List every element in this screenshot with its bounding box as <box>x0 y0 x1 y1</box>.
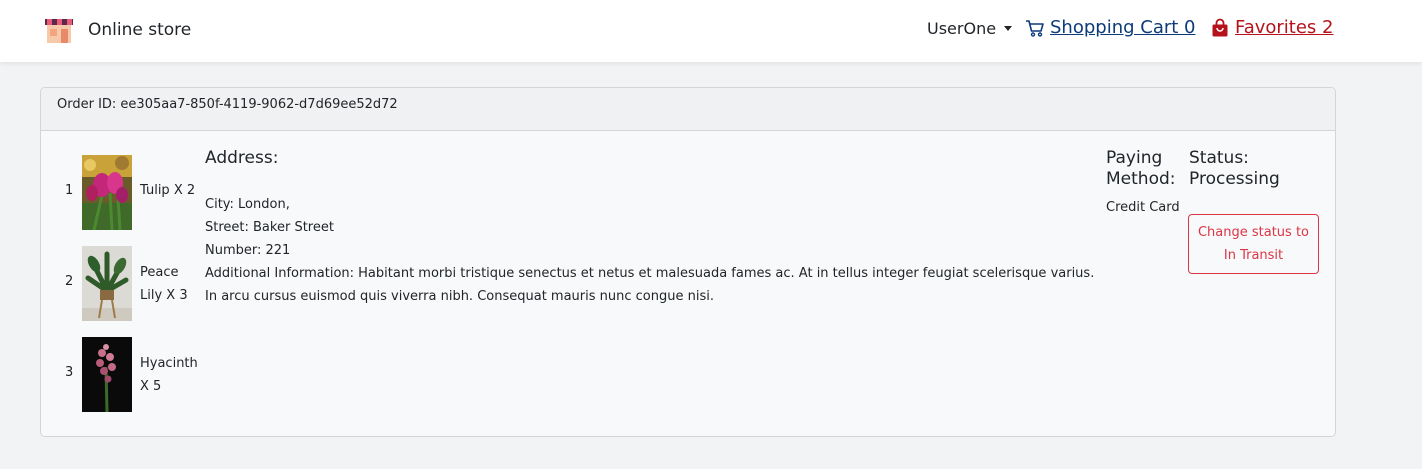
order-id: Order ID: ee305aa7-850f-4119-9062-d7d69e… <box>41 88 1335 131</box>
order-card: Order ID: ee305aa7-850f-4119-9062-d7d69e… <box>40 87 1336 437</box>
address-street: Street: Baker Street <box>205 220 334 235</box>
order-item: 3 Hyacinth X 5 <box>41 337 203 413</box>
shopping-cart-link[interactable]: Shopping Cart 0 <box>1025 17 1196 38</box>
paying-method-value: Credit Card <box>1106 200 1180 215</box>
change-status-button[interactable]: Change status to In Transit <box>1188 214 1319 274</box>
item-label: Hyacinth X 5 <box>140 356 198 394</box>
item-number: 1 <box>65 183 74 198</box>
address-heading: Address: <box>205 148 279 168</box>
shopping-bag-icon <box>1212 18 1228 36</box>
user-dropdown[interactable]: UserOne <box>927 19 1013 38</box>
tulip-image <box>82 155 132 230</box>
item-label: Tulip X 2 <box>140 183 196 198</box>
status-heading: Status: Processing <box>1189 148 1280 189</box>
address-details: City: London, Street: Baker Street Numbe… <box>205 193 1105 308</box>
favorites-label: Favorites 2 <box>1235 17 1334 38</box>
shopping-cart-label: Shopping Cart 0 <box>1050 17 1196 38</box>
order-item: 2 Peace Lily X 3 <box>41 246 203 322</box>
caret-down-icon <box>1004 26 1013 31</box>
store-icon <box>45 19 73 43</box>
brand-name: Online store <box>88 20 192 40</box>
hyacinth-image <box>82 337 132 412</box>
address-number: Number: 221 <box>205 243 291 258</box>
navbar: Online store UserOne Shopping Cart 0 Fav… <box>0 0 1422 62</box>
item-number: 2 <box>65 274 74 289</box>
user-name: UserOne <box>927 19 997 38</box>
paying-method-heading: Paying Method: <box>1106 148 1176 189</box>
favorites-link[interactable]: Favorites 2 <box>1210 17 1333 38</box>
brand-link[interactable]: Online store <box>44 15 191 45</box>
cart-icon <box>1026 19 1044 37</box>
item-number: 3 <box>65 365 74 380</box>
address-additional: Additional Information: Habitant morbi t… <box>205 266 1095 304</box>
item-label: Peace Lily X 3 <box>140 265 188 303</box>
order-item: 1 Tulip X 2 <box>41 155 203 231</box>
peace-lily-image <box>82 246 132 321</box>
address-city: City: London, <box>205 197 290 212</box>
